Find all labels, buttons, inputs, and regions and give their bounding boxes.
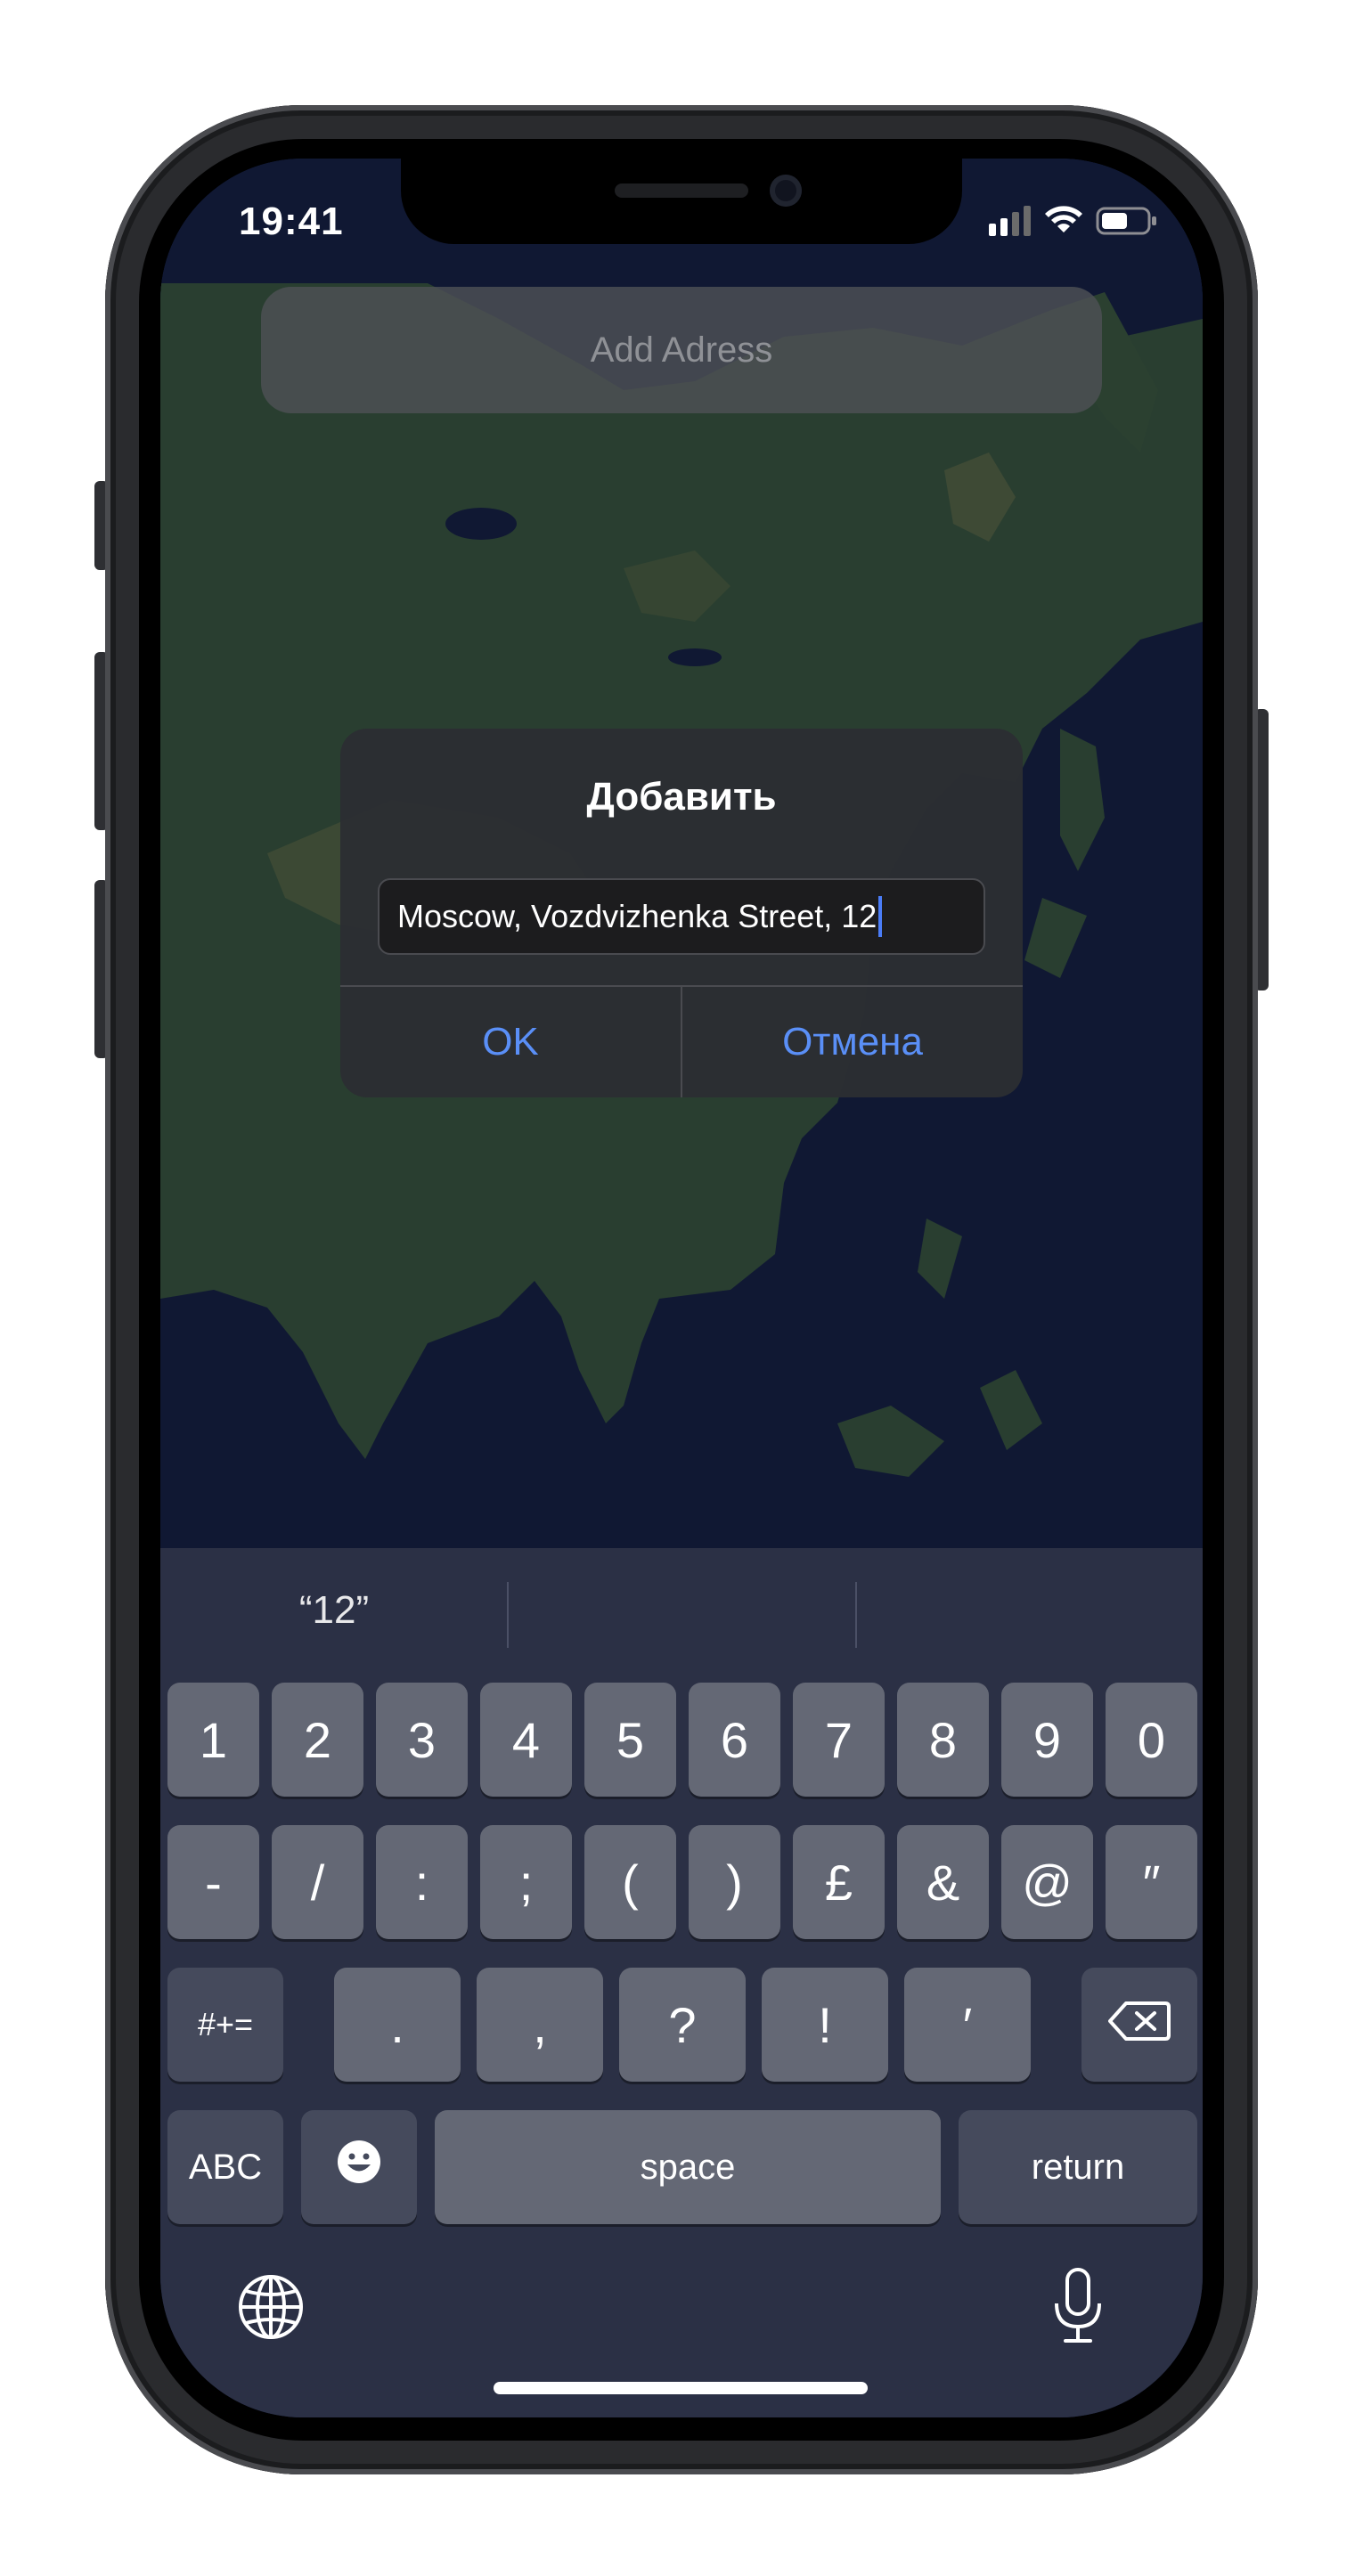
key-apostrophe[interactable]: ′ [904, 1968, 1031, 2082]
key-double-quote[interactable]: ″ [1106, 1825, 1197, 1939]
key-abc[interactable]: ABC [167, 2110, 283, 2224]
suggestion-3[interactable] [857, 1548, 1203, 1673]
globe-icon[interactable] [235, 2271, 306, 2343]
key-hyphen[interactable]: - [167, 1825, 259, 1939]
key-close-paren[interactable]: ) [689, 1825, 780, 1939]
alert-title: Добавить [586, 775, 777, 819]
wifi-icon [1044, 205, 1083, 240]
key-emoji[interactable] [301, 2110, 417, 2224]
key-slash[interactable]: / [272, 1825, 363, 1939]
key-comma[interactable]: , [477, 1968, 603, 2082]
phone-screen: 19:41 Add Adress Добавить Moscow, Vozdvi… [160, 159, 1203, 2417]
key-space[interactable]: space [435, 2110, 941, 2224]
key-4[interactable]: 4 [480, 1683, 572, 1797]
emoji-icon [336, 2139, 382, 2197]
suggestion-bar: “12” [160, 1548, 1203, 1673]
key-at[interactable]: @ [1001, 1825, 1093, 1939]
add-address-alert: Добавить Moscow, Vozdvizhenka Street, 12… [340, 729, 1023, 1097]
key-more-symbols[interactable]: #+= [167, 1968, 283, 2082]
key-exclamation[interactable]: ! [762, 1968, 888, 2082]
key-period[interactable]: . [334, 1968, 461, 2082]
key-return[interactable]: return [959, 2110, 1197, 2224]
home-indicator[interactable] [494, 2382, 868, 2394]
address-field-value: Moscow, Vozdvizhenka Street, 12 [397, 898, 877, 934]
notch [401, 159, 962, 244]
text-caret [878, 896, 883, 937]
key-7[interactable]: 7 [793, 1683, 885, 1797]
front-camera [770, 175, 802, 207]
key-open-paren[interactable]: ( [584, 1825, 676, 1939]
key-3[interactable]: 3 [376, 1683, 468, 1797]
key-6[interactable]: 6 [689, 1683, 780, 1797]
earpiece-speaker [615, 183, 748, 198]
cellular-signal-icon [989, 205, 1032, 240]
key-pound[interactable]: £ [793, 1825, 885, 1939]
key-2[interactable]: 2 [272, 1683, 363, 1797]
backspace-icon [1108, 1996, 1171, 2054]
suggestion-2[interactable] [509, 1548, 856, 1673]
key-delete[interactable] [1081, 1968, 1197, 2082]
key-colon[interactable]: : [376, 1825, 468, 1939]
keyboard: “12” 1 2 3 4 5 6 7 8 9 0 - / : ; ( ) £ &… [160, 1548, 1203, 2417]
key-0[interactable]: 0 [1106, 1683, 1197, 1797]
key-1[interactable]: 1 [167, 1683, 259, 1797]
suggestion-1[interactable]: “12” [160, 1548, 508, 1673]
microphone-icon[interactable] [1051, 2266, 1105, 2346]
key-question[interactable]: ? [619, 1968, 746, 2082]
key-ampersand[interactable]: & [897, 1825, 989, 1939]
status-time: 19:41 [239, 200, 344, 243]
status-icons [989, 203, 1158, 242]
cancel-button[interactable]: Отмена [682, 987, 1023, 1097]
key-5[interactable]: 5 [584, 1683, 676, 1797]
address-text-field[interactable]: Moscow, Vozdvizhenka Street, 12 [378, 878, 985, 955]
key-semicolon[interactable]: ; [480, 1825, 572, 1939]
battery-icon [1096, 206, 1158, 240]
add-address-input[interactable]: Add Adress [261, 287, 1102, 413]
ok-button[interactable]: OK [340, 987, 681, 1097]
key-8[interactable]: 8 [897, 1683, 989, 1797]
key-9[interactable]: 9 [1001, 1683, 1093, 1797]
